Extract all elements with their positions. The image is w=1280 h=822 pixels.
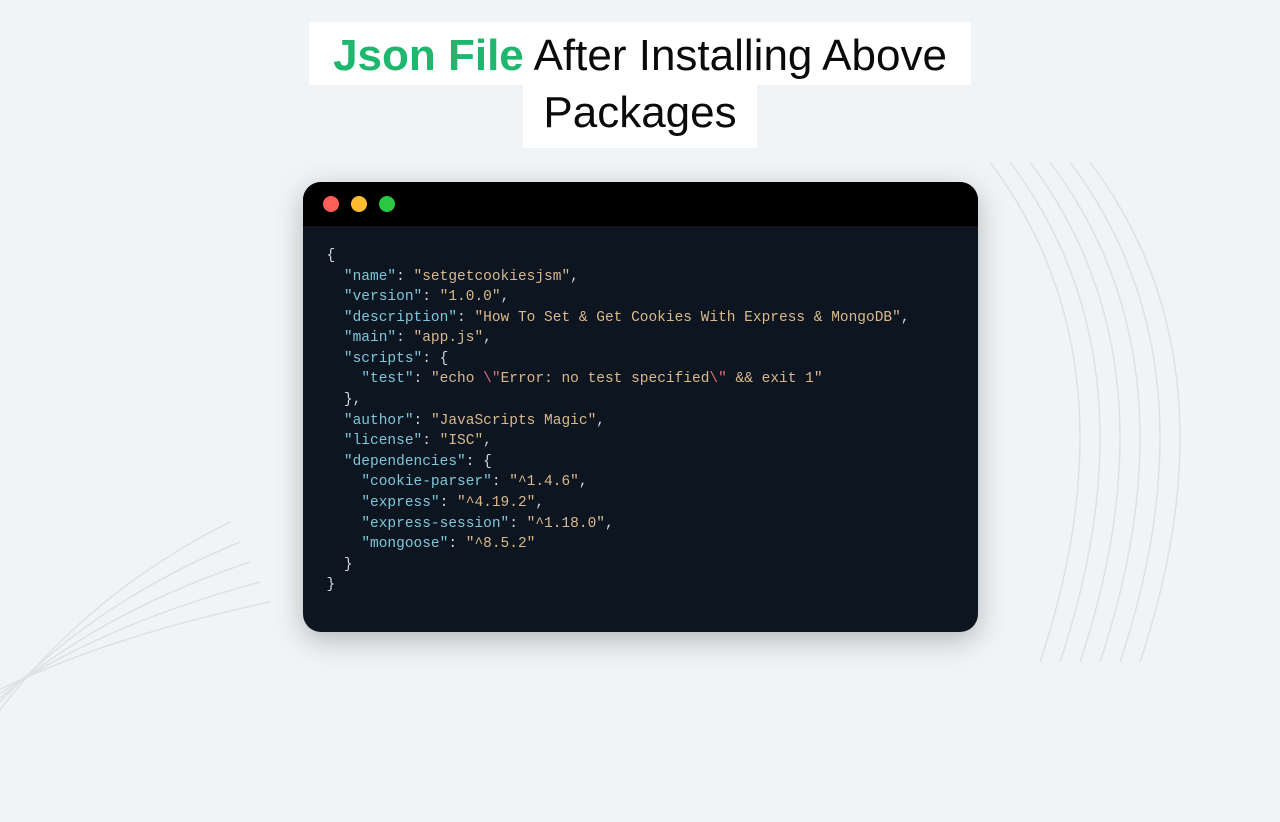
test-suffix: && exit 1 [727,371,814,387]
test-prefix: echo [440,371,484,387]
json-main: app.js [422,330,474,346]
dep-express: ^4.19.2 [466,495,527,511]
terminal-body: { "name": "setgetcookiesjsm", "version":… [303,226,978,632]
close-icon[interactable] [323,196,339,212]
test-mid: Error: no test specified [501,371,710,387]
title-rest: After Installing Above [524,31,947,80]
json-description: How To Set & Get Cookies With Express & … [483,310,892,326]
json-license: ISC [448,433,474,449]
terminal-titlebar [303,182,978,226]
title-line-2: Packages [523,85,756,148]
terminal-window: { "name": "setgetcookiesjsm", "version":… [303,182,978,632]
maximize-icon[interactable] [379,196,395,212]
dep-express-session: ^1.18.0 [535,516,596,532]
json-version: 1.0.0 [448,289,492,305]
json-name: setgetcookiesjsm [422,269,561,285]
dep-cookie-parser: ^1.4.6 [518,474,570,490]
page-title: Json File After Installing Above Package… [0,22,1280,148]
test-esc2: \" [709,371,726,387]
background-curves-right [940,162,1280,662]
minimize-icon[interactable] [351,196,367,212]
dep-mongoose: ^8.5.2 [474,536,526,552]
title-accent: Json File [333,31,524,80]
json-author: JavaScripts Magic [440,413,588,429]
title-line-1: Json File After Installing Above [309,22,971,85]
background-curves-left [0,422,280,822]
test-esc1: \" [483,371,500,387]
